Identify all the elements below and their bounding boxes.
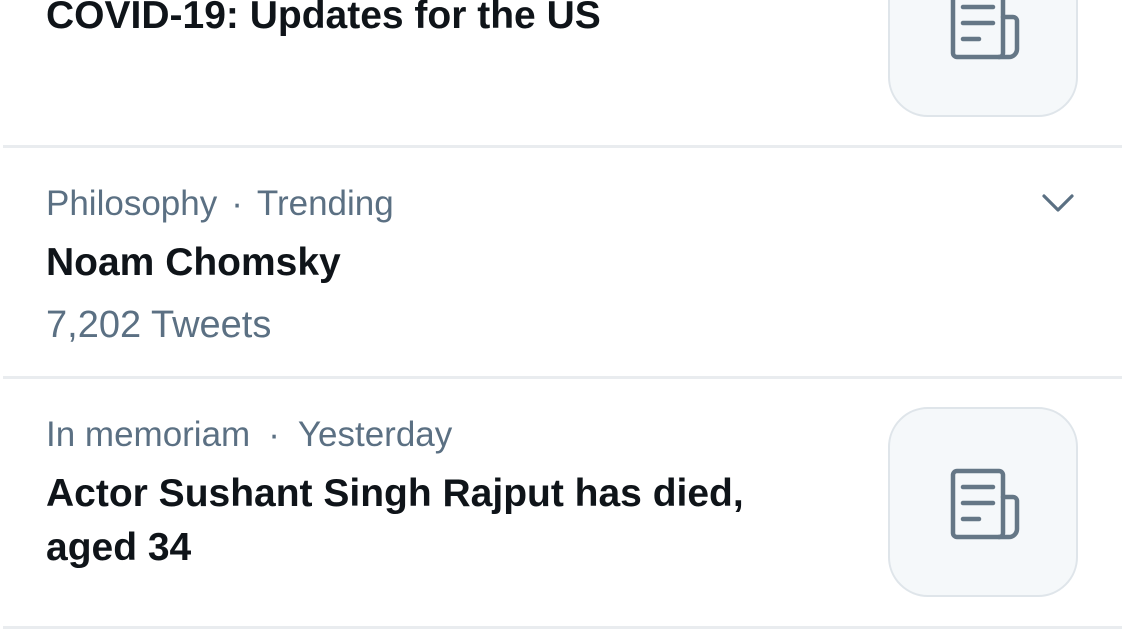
trend-context: In memoriam · Yesterday <box>46 417 452 452</box>
trend-title: Noam Chomsky <box>46 241 341 284</box>
trend-thumbnail[interactable] <box>888 407 1078 597</box>
divider <box>3 145 1122 148</box>
divider <box>3 626 1122 629</box>
meta-separator: · <box>268 415 280 454</box>
trend-context: Philosophy · Trending <box>46 186 394 221</box>
trend-status: Trending <box>256 184 394 223</box>
trend-status: Yesterday <box>297 415 453 454</box>
trend-thumbnail[interactable] <box>888 0 1078 117</box>
tweet-count: 7,202 Tweets <box>46 304 272 346</box>
trend-title: COVID-19: Updates for the US <box>46 0 601 37</box>
divider <box>3 376 1122 379</box>
trend-category: Philosophy <box>46 184 218 223</box>
trend-title-line-1: Actor Sushant Singh Rajput has died, <box>46 472 744 515</box>
news-article-icon <box>950 0 1020 60</box>
meta-separator: · <box>231 184 243 223</box>
chevron-down-icon[interactable] <box>1038 184 1078 224</box>
trend-title-line-2: aged 34 <box>46 526 192 569</box>
news-article-icon <box>950 468 1020 540</box>
trend-category: In memoriam <box>46 415 251 454</box>
